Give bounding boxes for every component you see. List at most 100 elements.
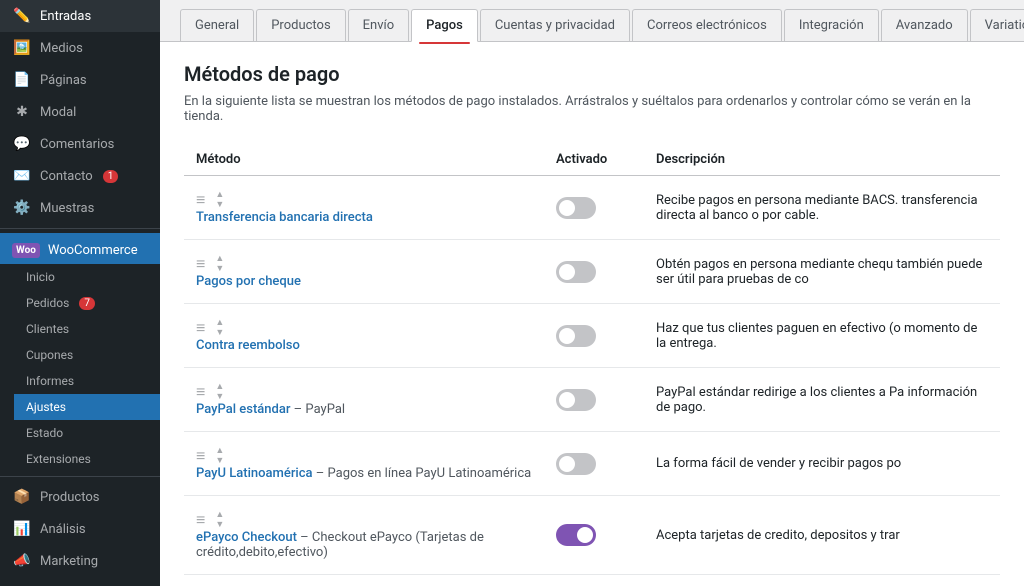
productos-icon: 📦: [12, 489, 32, 505]
sidebar-item-estado[interactable]: Estado: [14, 420, 160, 446]
down-arrow-2[interactable]: ▼: [215, 329, 224, 338]
table-row: ≡▲▼ePayco Checkout – Checkout ePayco (Ta…: [184, 496, 1000, 575]
page-content: Métodos de pago En la siguiente lista se…: [160, 42, 1024, 586]
activated-cell-5[interactable]: [544, 496, 644, 575]
drag-handle-5[interactable]: ≡: [196, 510, 205, 530]
sidebar-item-marketing[interactable]: 📣Marketing: [0, 545, 160, 577]
method-cell-2: ≡ ▲▼Contra reembolso: [184, 304, 544, 368]
page-title: Métodos de pago: [184, 62, 1000, 86]
sidebar-item-cupones[interactable]: Cupones: [14, 342, 160, 368]
toggle-2[interactable]: [556, 325, 596, 347]
sidebar-label-clientes: Clientes: [26, 322, 69, 336]
tabs-bar: GeneralProductosEnvíoPagosCuentas y priv…: [160, 0, 1024, 42]
tab-cuentas[interactable]: Cuentas y privacidad: [480, 9, 630, 41]
tab-general[interactable]: General: [180, 9, 254, 41]
desc-cell-1: Obtén pagos en persona mediante chequ ta…: [644, 240, 1000, 304]
down-arrow-1[interactable]: ▼: [215, 265, 224, 274]
method-cell-4: ≡▲▼PayU Latinoamérica – Pagos en línea P…: [184, 432, 544, 496]
sidebar-item-pedidos[interactable]: Pedidos7: [14, 290, 160, 316]
activated-cell-0[interactable]: [544, 176, 644, 240]
sidebar-item-extensiones[interactable]: Extensiones: [14, 446, 160, 472]
sidebar-label-pedidos: Pedidos: [26, 296, 69, 310]
up-arrow-2[interactable]: ▲: [215, 319, 224, 328]
col-header-method: Método: [184, 144, 544, 176]
activated-cell-1[interactable]: [544, 240, 644, 304]
sidebar-label-marketing: Marketing: [40, 554, 98, 569]
tab-avanzado[interactable]: Avanzado: [881, 9, 968, 41]
sidebar-item-informes[interactable]: Informes: [14, 368, 160, 394]
sidebar-item-comentarios[interactable]: 💬Comentarios: [0, 128, 160, 160]
down-arrow-4[interactable]: ▼: [215, 457, 224, 466]
sidebar-item-ajustes[interactable]: Ajustes: [14, 394, 160, 420]
sidebar-label-informes: Informes: [26, 374, 74, 388]
up-arrow-5[interactable]: ▲: [215, 511, 224, 520]
page-description: En la siguiente lista se muestran los mé…: [184, 94, 1000, 124]
sort-arrows-0: ▲▼: [215, 191, 224, 210]
drag-handle-1[interactable]: ≡: [196, 254, 205, 274]
down-arrow-0[interactable]: ▼: [215, 201, 224, 210]
down-arrow-3[interactable]: ▼: [215, 393, 224, 402]
tab-correos[interactable]: Correos electrónicos: [632, 9, 782, 41]
up-arrow-1[interactable]: ▲: [215, 255, 224, 264]
sidebar-label-paginas: Páginas: [40, 73, 87, 88]
toggle-1[interactable]: [556, 261, 596, 283]
activated-cell-3[interactable]: [544, 368, 644, 432]
desc-cell-4: La forma fácil de vender y recibir pagos…: [644, 432, 1000, 496]
sidebar-label-estado: Estado: [26, 426, 63, 440]
sidebar-item-clientes[interactable]: Clientes: [14, 316, 160, 342]
method-link-1[interactable]: Pagos por cheque: [196, 274, 301, 289]
sidebar-item-muestras[interactable]: ⚙️Muestras: [0, 192, 160, 224]
desc-cell-0: Recibe pagos en persona mediante BACS. t…: [644, 176, 1000, 240]
method-link-2[interactable]: Contra reembolso: [196, 338, 300, 353]
sort-arrows-4: ▲▼: [215, 447, 224, 466]
toggle-5[interactable]: [556, 524, 596, 546]
activated-cell-2[interactable]: [544, 304, 644, 368]
sidebar-label-inicio: Inicio: [26, 270, 55, 284]
move-col-4: ≡ ▲▼: [196, 446, 266, 466]
muestras-icon: ⚙️: [12, 200, 32, 216]
tab-envio[interactable]: Envío: [348, 9, 410, 41]
method-link-0[interactable]: Transferencia bancaria directa: [196, 210, 373, 225]
method-cell-0: ≡ ▲▼Transferencia bancaria directa: [184, 176, 544, 240]
method-link-4[interactable]: PayU Latinoamérica: [196, 466, 313, 481]
sidebar: ✏️Entradas🖼️Medios📄Páginas✱Modal💬Comenta…: [0, 0, 160, 586]
tab-variation[interactable]: Variation Gallery: [970, 9, 1024, 41]
sort-arrows-2: ▲▼: [215, 319, 224, 338]
toggle-0[interactable]: [556, 197, 596, 219]
toggle-3[interactable]: [556, 389, 596, 411]
drag-handle-3[interactable]: ≡: [196, 382, 205, 402]
col-header-description: Descripción: [644, 144, 1000, 176]
method-link-5[interactable]: ePayco Checkout: [196, 530, 297, 545]
up-arrow-4[interactable]: ▲: [215, 447, 224, 456]
drag-handle-4[interactable]: ≡: [196, 446, 205, 466]
tab-productos[interactable]: Productos: [256, 9, 345, 41]
toggle-4[interactable]: [556, 453, 596, 475]
tab-pagos[interactable]: Pagos: [411, 9, 478, 42]
woo-icon: Woo: [12, 243, 40, 258]
sidebar-item-contacto[interactable]: ✉️Contacto1: [0, 160, 160, 192]
sidebar-item-inicio[interactable]: Inicio: [14, 264, 160, 290]
up-arrow-3[interactable]: ▲: [215, 383, 224, 392]
drag-handle-2[interactable]: ≡: [196, 318, 205, 338]
sort-arrows-5: ▲▼: [215, 511, 224, 530]
sidebar-item-modal[interactable]: ✱Modal: [0, 96, 160, 128]
sidebar-woocommerce[interactable]: Woo WooCommerce: [0, 233, 160, 264]
desc-cell-5: Acepta tarjetas de credito, depositos y …: [644, 496, 1000, 575]
sidebar-item-entradas[interactable]: ✏️Entradas: [0, 0, 160, 32]
table-row: ≡ ▲▼Pagos por cheque Obtén pagos en person…: [184, 240, 1000, 304]
tab-integracion[interactable]: Integración: [784, 9, 879, 41]
col-header-activated: Activado: [544, 144, 644, 176]
sidebar-item-productos[interactable]: 📦 Productos: [0, 481, 160, 513]
sidebar-item-paginas[interactable]: 📄Páginas: [0, 64, 160, 96]
drag-handle-0[interactable]: ≡: [196, 190, 205, 210]
sidebar-item-analisis[interactable]: 📊Análisis: [0, 513, 160, 545]
sidebar-label-analisis: Análisis: [40, 522, 86, 537]
activated-cell-4[interactable]: [544, 432, 644, 496]
sort-arrows-1: ▲▼: [215, 255, 224, 274]
sidebar-label-ajustes: Ajustes: [26, 400, 66, 414]
sidebar-label-cupones: Cupones: [26, 348, 73, 362]
down-arrow-5[interactable]: ▼: [215, 521, 224, 530]
sidebar-item-medios[interactable]: 🖼️Medios: [0, 32, 160, 64]
up-arrow-0[interactable]: ▲: [215, 191, 224, 200]
sidebar-label-productos: Productos: [40, 490, 99, 505]
